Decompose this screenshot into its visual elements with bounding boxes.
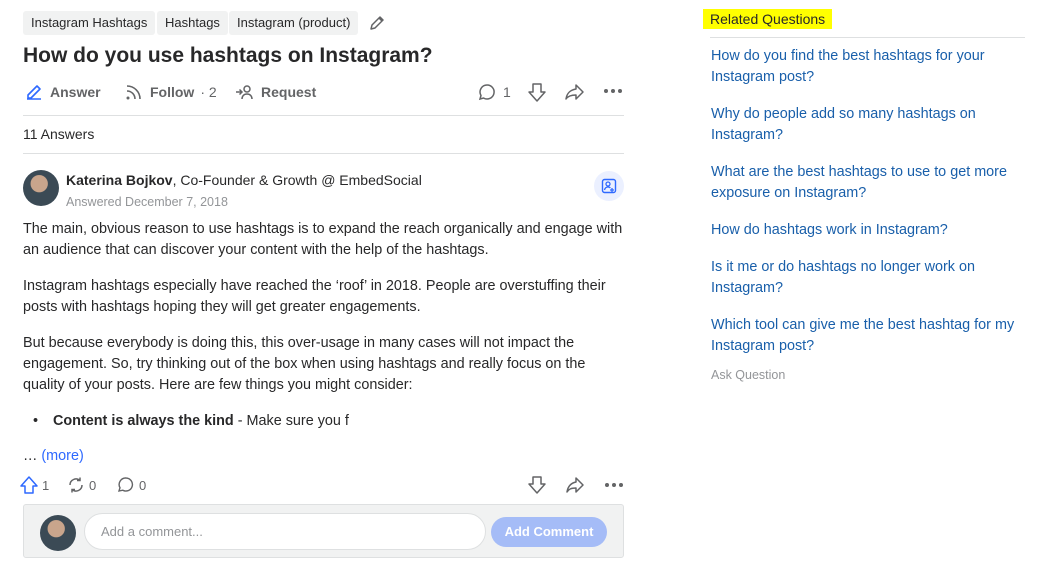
comment-icon [477, 82, 497, 102]
answer-date[interactable]: Answered December 7, 2018 [66, 195, 228, 209]
more-icon[interactable] [603, 84, 623, 98]
downvote-icon[interactable] [528, 475, 546, 495]
downvote-icon[interactable] [527, 81, 547, 103]
related-question-link[interactable]: How do hashtags work in Instagram? [711, 220, 1031, 241]
reshare-icon [67, 476, 85, 494]
follow-rss-icon [124, 82, 144, 102]
divider [710, 37, 1025, 38]
related-questions-title: Related Questions [703, 9, 833, 29]
related-question-link[interactable]: What are the best hashtags to use to get… [711, 162, 1031, 204]
bookmark-button[interactable] [594, 171, 624, 201]
answer-label: Answer [50, 84, 101, 100]
upvote-count: 1 [42, 477, 50, 493]
question-title: How do you use hashtags on Instagram? [23, 44, 433, 67]
answer-paragraph: But because everybody is doing this, thi… [23, 335, 586, 393]
answer-comment-button[interactable]: 0 [117, 476, 146, 494]
follow-count: · 2 [200, 84, 217, 100]
add-comment-button[interactable]: Add Comment [491, 517, 607, 547]
author-line: Katerina Bojkov, Co-Founder & Growth @ E… [66, 172, 422, 188]
more-line: … (more) [23, 448, 84, 464]
comment-count-button[interactable]: 1 [477, 81, 511, 103]
comment-count: 1 [503, 84, 511, 100]
answer-button[interactable]: Answer [24, 81, 101, 103]
pencil-icon[interactable] [368, 14, 386, 32]
user-avatar[interactable] [40, 515, 76, 551]
follow-button[interactable]: Follow · 2 [124, 81, 217, 103]
answer-bullet: Content is always the kind - Make sure y… [33, 411, 349, 432]
answer-comment-count: 0 [139, 477, 147, 493]
related-question-link[interactable]: Is it me or do hashtags no longer work o… [711, 257, 1031, 299]
answer-edit-icon [24, 82, 44, 102]
ask-question-link[interactable]: Ask Question [711, 368, 785, 382]
request-button[interactable]: Request [235, 81, 316, 103]
comment-icon [117, 476, 135, 494]
more-icon[interactable] [604, 479, 624, 491]
upvote-icon [20, 476, 38, 494]
upvote-button[interactable]: 1 [20, 476, 49, 494]
author-avatar[interactable] [23, 170, 59, 206]
more-link[interactable]: (more) [41, 448, 83, 464]
tag-instagram-hashtags[interactable]: Instagram Hashtags [23, 11, 156, 35]
author-credential: , Co-Founder & Growth @ EmbedSocial [172, 172, 422, 188]
divider [23, 153, 624, 154]
author-name[interactable]: Katerina Bojkov [66, 172, 173, 188]
divider [23, 115, 624, 116]
bullet-text: - Make sure you f [233, 413, 349, 429]
request-label: Request [261, 84, 317, 100]
ellipsis: … [23, 448, 42, 464]
share-icon[interactable] [564, 82, 586, 102]
reshare-count: 0 [89, 477, 97, 493]
answers-count: 11 Answers [23, 126, 95, 142]
related-question-link[interactable]: Which tool can give me the best hashtag … [711, 315, 1031, 357]
reshare-button[interactable]: 0 [67, 476, 96, 494]
related-question-link[interactable]: How do you find the best hashtags for yo… [711, 46, 1031, 88]
request-icon [235, 82, 255, 102]
bullet-bold-text: Content is always the kind [53, 413, 234, 429]
bookmark-person-icon [601, 178, 617, 194]
answer-paragraph: Instagram hashtags especially have reach… [23, 278, 606, 315]
follow-label: Follow [150, 84, 195, 100]
tag-hashtags[interactable]: Hashtags [157, 11, 228, 35]
share-icon[interactable] [565, 476, 585, 494]
related-question-link[interactable]: Why do people add so many hashtags on In… [711, 104, 1031, 146]
comment-input[interactable]: Add a comment... [84, 513, 486, 550]
answer-paragraph: The main, obvious reason to use hashtags… [23, 221, 623, 258]
tag-instagram-product[interactable]: Instagram (product) [229, 11, 359, 35]
